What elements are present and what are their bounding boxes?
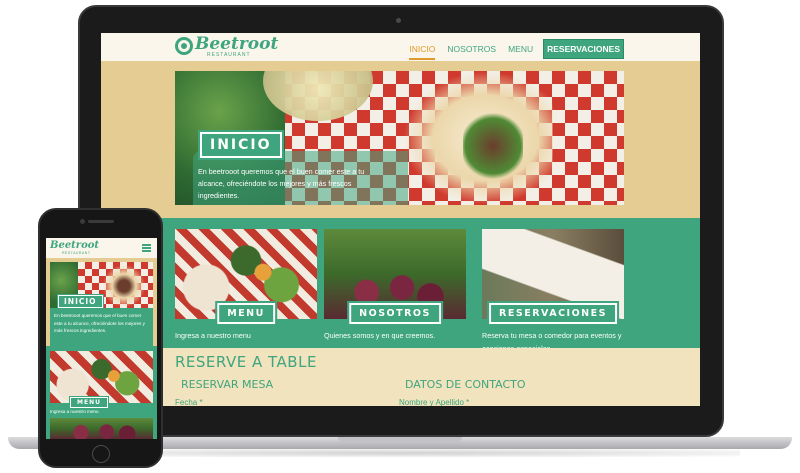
hero-title: INICIO (198, 130, 284, 160)
reserve-section: RESERVE A TABLE RESERVAR MESA DATOS DE C… (101, 348, 700, 406)
reserve-title: RESERVE A TABLE (175, 353, 317, 371)
mobile-brand-tagline: RESTAURANT (62, 251, 91, 255)
phone-screen: Beetroot RESTAURANT INICIO En beetrooot … (46, 238, 157, 439)
mobile-hero-text: En beetrooot queremos que el buen comer … (54, 313, 145, 333)
phone-camera (80, 219, 85, 224)
laptop-screen: Beetroot RESTAURANT INICIO NOSOTROS MENU… (101, 33, 700, 406)
mobile-header: Beetroot RESTAURANT (46, 238, 157, 258)
hero-banner: INICIO En beetrooot queremos que el buen… (175, 71, 624, 205)
card-menu[interactable]: MENU Ingresa a nuestro menu (175, 229, 317, 342)
laptop-camera (396, 18, 401, 23)
brand-tagline: RESTAURANT (207, 52, 251, 58)
mobile-card-menu-text: Ingresa a nuestro menu (50, 409, 99, 414)
card-reservaciones[interactable]: RESERVACIONES Reserva tu mesa o comedor … (482, 229, 624, 355)
nav-reservaciones-button[interactable]: RESERVACIONES (543, 39, 624, 59)
reserve-table-heading: RESERVAR MESA (181, 378, 274, 391)
beet-logo-icon (175, 37, 193, 55)
mobile-menu-image (50, 351, 153, 403)
brand-name: Beetroot (195, 34, 279, 54)
main-nav: INICIO NOSOTROS MENU RESERVACIONES (407, 39, 624, 60)
nav-menu[interactable]: MENU (506, 41, 535, 57)
nav-inicio[interactable]: INICIO (407, 41, 437, 60)
mobile-brand-name[interactable]: Beetroot (50, 240, 99, 251)
name-field-label: Nombre y Apellido * (399, 398, 470, 406)
mobile-nosotros-image (50, 418, 153, 439)
date-field-label: Fecha * (175, 398, 203, 406)
phone-speaker (88, 220, 114, 223)
mobile-hero-wrap (102, 266, 146, 306)
card-nosotros-label[interactable]: NOSOTROS (347, 301, 443, 326)
card-nosotros-text: Quienes somos y en que creemos. (324, 331, 436, 340)
hero-wrap-filling (463, 111, 523, 181)
site-header: Beetroot RESTAURANT INICIO NOSOTROS MENU… (101, 33, 700, 61)
card-menu-label[interactable]: MENU (215, 301, 277, 326)
hero-text: En beetrooot queremos que el buen comer … (198, 167, 365, 200)
card-reservaciones-label[interactable]: RESERVACIONES (487, 301, 619, 326)
contact-heading: DATOS DE CONTACTO (405, 378, 526, 391)
mobile-hero-title: INICIO (57, 294, 104, 309)
sections-band: MENU Ingresa a nuestro menu NOSOTROS Qui… (101, 218, 700, 353)
mobile-card-menu-label[interactable]: MENU (69, 396, 109, 409)
hamburger-icon[interactable] (142, 244, 151, 252)
laptop-notch (338, 437, 462, 443)
phone-home-button (92, 445, 110, 463)
card-nosotros[interactable]: NOSOTROS Quienes somos y en que creemos. (324, 229, 466, 342)
card-menu-text: Ingresa a nuestro menu (175, 331, 251, 340)
nav-nosotros[interactable]: NOSOTROS (445, 41, 498, 57)
